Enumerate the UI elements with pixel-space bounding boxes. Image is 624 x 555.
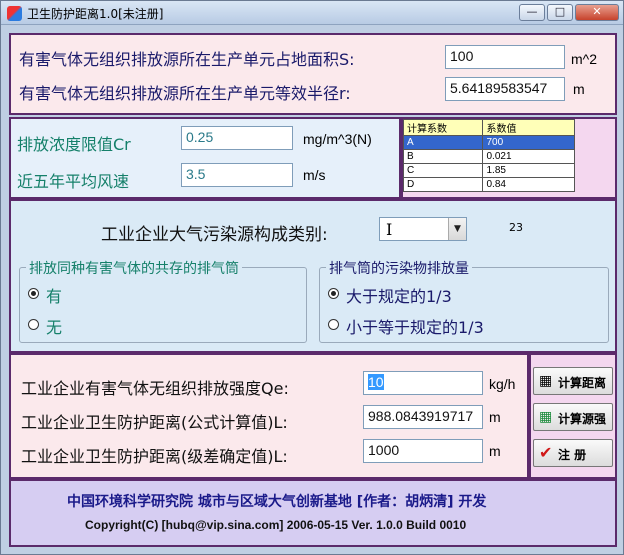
emission-group-title: 排气筒的污染物排放量 — [326, 258, 472, 278]
coef-table[interactable]: 计算系数 系数值 A 700 B 0.021 C 1.85 D 0.84 — [402, 119, 575, 192]
register-label: 注 册 — [558, 448, 587, 462]
emission-less-radio[interactable] — [328, 319, 339, 330]
wind-label: 近五年平均风速 — [17, 172, 130, 191]
calc-distance-button[interactable]: ▦ 计算距离 — [533, 367, 613, 395]
calculator-icon: ▦ — [539, 373, 553, 389]
app-window: 卫生防护距离1.0[未注册] — □ ✕ 有害气体无组织排放源所在生产单元占地面… — [0, 0, 624, 555]
calc-source-label: 计算源强 — [558, 412, 607, 426]
coef-value[interactable]: 700 — [482, 135, 575, 150]
area-label: 有害气体无组织排放源所在生产单元占地面积S: — [19, 50, 355, 69]
coef-value[interactable]: 1.85 — [482, 163, 575, 178]
area-input[interactable]: 100 — [445, 45, 565, 69]
qe-input[interactable]: 10 — [363, 371, 483, 395]
table-row[interactable]: A 700 — [402, 135, 575, 150]
register-button[interactable]: ✔ 注 册 — [533, 439, 613, 467]
coef-key[interactable]: D — [402, 177, 484, 192]
qe-value: 10 — [368, 374, 384, 390]
wind-input[interactable]: 3.5 — [181, 163, 293, 187]
cr-input[interactable]: 0.25 — [181, 126, 293, 150]
distance-formula-label: 工业企业卫生防护距离(公式计算值)L: — [21, 413, 288, 432]
coexist-group-title: 排放同种有害气体的共存的排气筒 — [26, 258, 242, 278]
emission-more-label[interactable]: 大于规定的1/3 — [346, 283, 452, 307]
author-credit: 中国环境科学研究院 城市与区域大气创新基地 [作者：胡炳清] 开发 — [67, 494, 487, 510]
calc-source-button[interactable]: ▦ 计算源强 — [533, 403, 613, 431]
coef-value[interactable]: 0.84 — [482, 177, 575, 192]
coexist-yes-label[interactable]: 有 — [46, 283, 62, 307]
source-category-label: 工业企业大气污染源构成类别: — [101, 225, 328, 245]
distance-grade-unit: m — [489, 443, 501, 459]
coexist-no-radio[interactable] — [28, 319, 39, 330]
copyright-line: Copyright(C) [hubq@vip.sina.com] 2006-05… — [85, 518, 467, 532]
coef-value[interactable]: 0.021 — [482, 149, 575, 164]
coexist-yes-radio[interactable] — [28, 288, 39, 299]
footer-panel — [9, 479, 617, 547]
emission-less-label[interactable]: 小于等于规定的1/3 — [346, 314, 484, 338]
coef-key[interactable]: A — [402, 135, 484, 150]
source-category-value: I — [386, 220, 393, 239]
distance-formula-unit: m — [489, 409, 501, 425]
calculator-green-icon: ▦ — [539, 409, 553, 425]
coef-header-name: 计算系数 — [402, 119, 484, 136]
qe-label: 工业企业有害气体无组织排放强度Qe: — [21, 379, 289, 398]
chevron-down-icon[interactable]: ▼ — [448, 218, 466, 240]
distance-formula-output[interactable]: 988.0843919717 — [363, 405, 483, 429]
emission-group: 排气筒的污染物排放量 大于规定的1/3 小于等于规定的1/3 — [319, 258, 609, 343]
source-category-select[interactable]: I ▼ — [379, 217, 467, 241]
distance-grade-output[interactable]: 1000 — [363, 439, 483, 463]
checkmark-icon: ✔ — [539, 443, 553, 462]
table-row[interactable]: C 1.85 — [402, 163, 575, 178]
distance-grade-label: 工业企业卫生防护距离(级差确定值)L: — [21, 447, 288, 466]
coef-key[interactable]: C — [402, 163, 484, 178]
table-row[interactable]: B 0.021 — [402, 149, 575, 164]
calc-distance-label: 计算距离 — [558, 376, 607, 390]
coef-key[interactable]: B — [402, 149, 484, 164]
app-icon — [7, 6, 22, 21]
window-title: 卫生防护距离1.0[未注册] — [27, 7, 164, 21]
close-button[interactable]: ✕ — [575, 4, 619, 21]
qe-unit: kg/h — [489, 376, 516, 392]
coef-header-row: 计算系数 系数值 — [402, 119, 575, 136]
radius-output[interactable]: 5.64189583547 — [445, 77, 565, 101]
cr-label: 排放浓度限值Cr — [17, 135, 131, 154]
title-bar[interactable]: 卫生防护距离1.0[未注册] — □ ✕ — [1, 1, 623, 25]
cr-unit: mg/m^3(N) — [303, 131, 372, 147]
area-unit: m^2 — [571, 51, 598, 67]
maximize-button[interactable]: □ — [547, 4, 573, 21]
radius-label: 有害气体无组织排放源所在生产单元等效半径r: — [19, 84, 351, 103]
emission-more-radio[interactable] — [328, 288, 339, 299]
radius-unit: m — [573, 81, 585, 97]
table-row[interactable]: D 0.84 — [402, 177, 575, 192]
coef-header-value: 系数值 — [482, 119, 575, 136]
coexist-no-label[interactable]: 无 — [46, 314, 62, 338]
coexist-group: 排放同种有害气体的共存的排气筒 有 无 — [19, 258, 307, 343]
minimize-button[interactable]: — — [519, 4, 545, 21]
source-code-text: 23 — [509, 221, 523, 234]
wind-unit: m/s — [303, 167, 326, 183]
